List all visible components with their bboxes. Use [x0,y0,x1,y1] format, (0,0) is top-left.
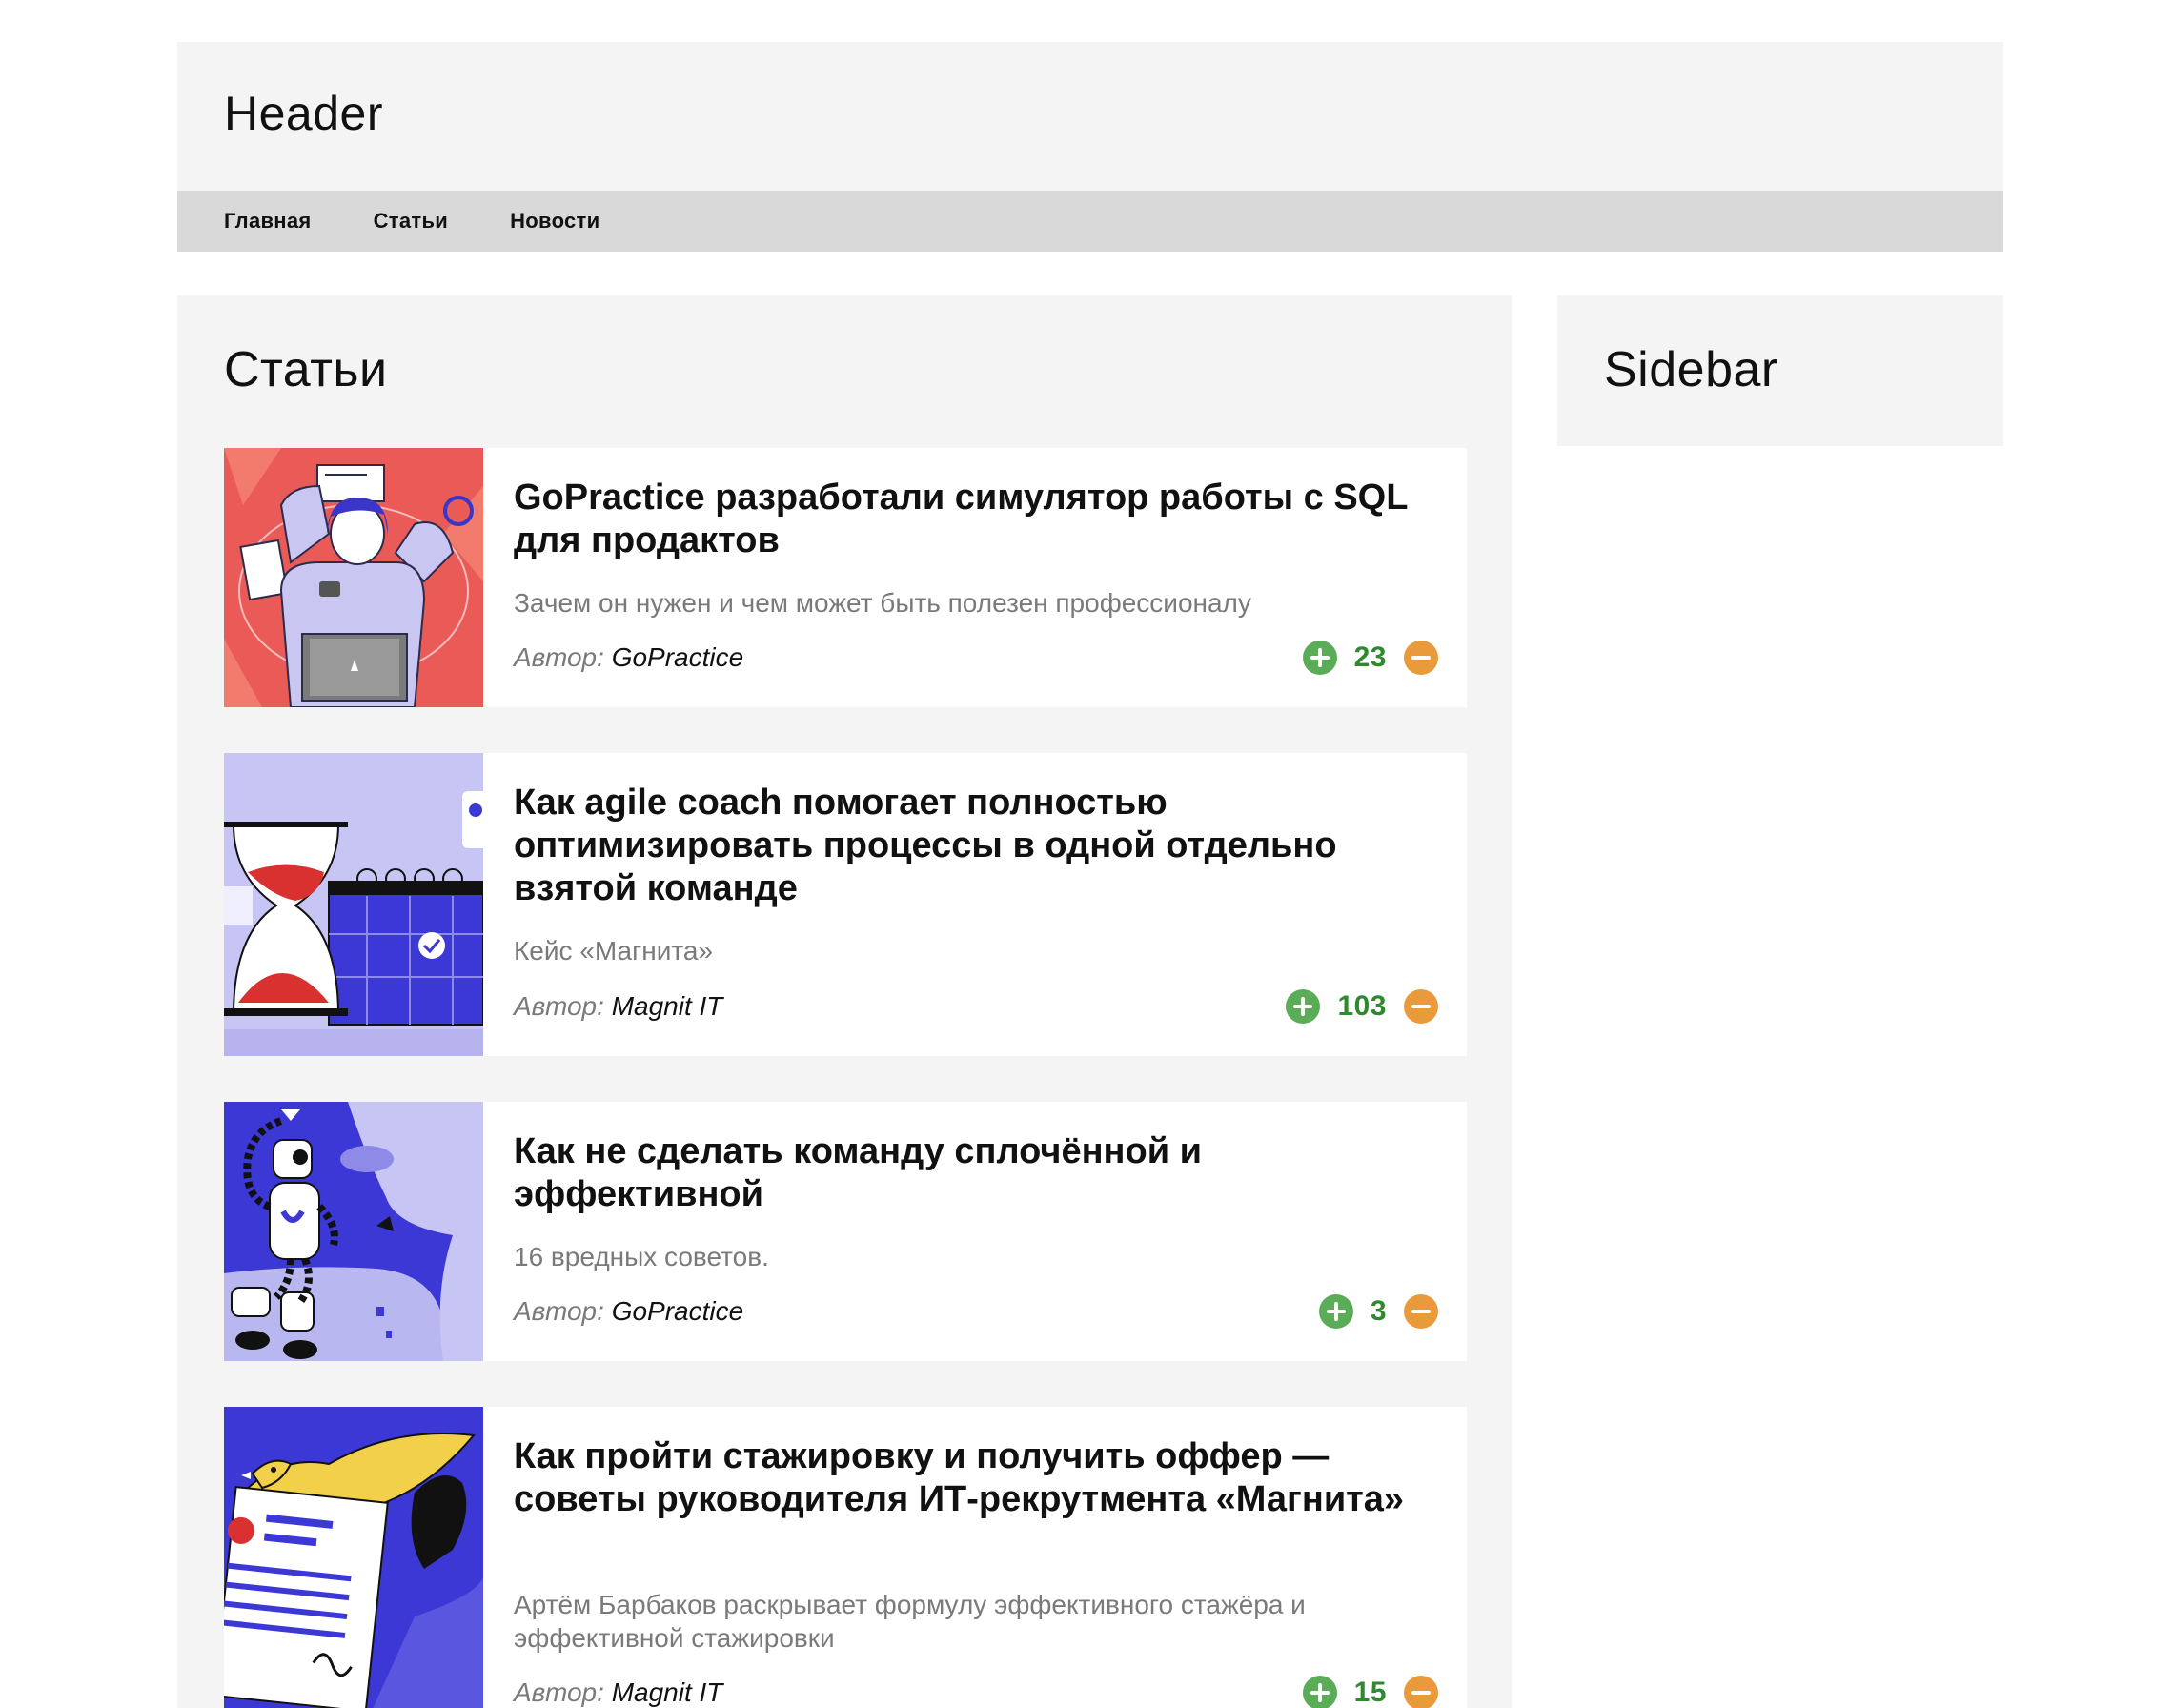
article-body: Как не сделать команду сплочённой и эффе… [512,1102,1438,1361]
vote-down-minus-icon[interactable] [1404,1676,1438,1708]
vote-down-minus-icon[interactable] [1404,989,1438,1024]
robot-astronaut-illustration-icon[interactable] [224,1102,483,1361]
article-card[interactable]: Как пройти стажировку и получить оффер —… [224,1407,1467,1708]
article-author: Автор: GoPractice [514,1296,743,1327]
vote-count: 15 [1353,1677,1387,1708]
article-card[interactable]: GoPractice разработали симулятор работы … [224,448,1467,707]
article-card[interactable]: Как agile coach помогает полностью оптим… [224,753,1467,1056]
vote-up-plus-icon[interactable] [1286,989,1321,1024]
vote-up-plus-icon[interactable] [1302,1676,1337,1708]
author-label: Автор: [514,991,604,1021]
vote-widget: 103 [1286,987,1438,1026]
article-title[interactable]: Как пройти стажировку и получить оффер —… [514,1435,1438,1521]
main-content: Статьи GoPractice разработали симулятор … [177,295,1512,1708]
vote-count: 23 [1353,641,1387,673]
vote-count: 103 [1337,990,1387,1022]
page: Header Главная Статьи Новости Статьи GoP… [0,0,2173,1708]
woman-multitasking-illustration-icon[interactable] [224,448,483,707]
article-title[interactable]: GoPractice разработали симулятор работы … [514,477,1438,562]
article-author: Автор: Magnit IT [514,991,722,1022]
article-meta: Автор: GoPractice 23 [514,639,1438,677]
nav-item-articles[interactable]: Статьи [374,209,449,234]
nav-item-home[interactable]: Главная [224,209,312,234]
vote-widget: 15 [1302,1674,1438,1708]
nav-item-news[interactable]: Новости [510,209,599,234]
author-name[interactable]: GoPractice [612,642,744,672]
vote-widget: 3 [1318,1292,1438,1331]
article-meta: Автор: GoPractice 3 [514,1292,1438,1331]
author-name[interactable]: Magnit IT [612,1678,723,1707]
vote-up-plus-icon[interactable] [1302,640,1337,675]
article-title[interactable]: Как не сделать команду сплочённой и эффе… [514,1130,1438,1216]
sidebar-title: Sidebar [1604,342,1778,397]
sidebar: Sidebar [1557,295,2003,446]
article-body: Как пройти стажировку и получить оффер —… [512,1407,1438,1708]
author-name[interactable]: GoPractice [612,1296,744,1326]
article-meta: Автор: Magnit IT 15 [514,1674,1438,1708]
article-description: 16 вредных советов. [514,1242,769,1271]
article-body: Как agile coach помогает полностью оптим… [512,753,1438,1056]
article-meta: Автор: Magnit IT 103 [514,987,1438,1026]
vote-down-minus-icon[interactable] [1404,1294,1438,1329]
article-description: Зачем он нужен и чем может быть полезен … [514,588,1251,618]
header-title: Header [224,87,383,140]
vote-count: 3 [1370,1295,1387,1327]
author-label: Автор: [514,642,604,672]
author-label: Автор: [514,1296,604,1326]
main-nav: Главная Статьи Новости [177,191,2003,252]
bird-document-illustration-icon[interactable] [224,1407,483,1708]
article-author: Автор: GoPractice [514,642,743,673]
vote-up-plus-icon[interactable] [1318,1294,1353,1329]
article-description: Артём Барбаков раскрывает формулу эффект… [514,1590,1306,1653]
page-title: Статьи [224,342,388,397]
author-label: Автор: [514,1678,604,1707]
article-card[interactable]: Как не сделать команду сплочённой и эффе… [224,1102,1467,1361]
article-title[interactable]: Как agile coach помогает полностью оптим… [514,782,1438,910]
vote-down-minus-icon[interactable] [1404,640,1438,675]
article-body: GoPractice разработали симулятор работы … [512,448,1438,707]
vote-widget: 23 [1302,639,1438,677]
site-header: Header [177,42,2003,191]
author-name[interactable]: Magnit IT [612,991,723,1021]
article-description: Кейс «Магнита» [514,936,714,966]
hourglass-calendar-illustration-icon[interactable] [224,753,483,1056]
article-author: Автор: Magnit IT [514,1678,722,1708]
